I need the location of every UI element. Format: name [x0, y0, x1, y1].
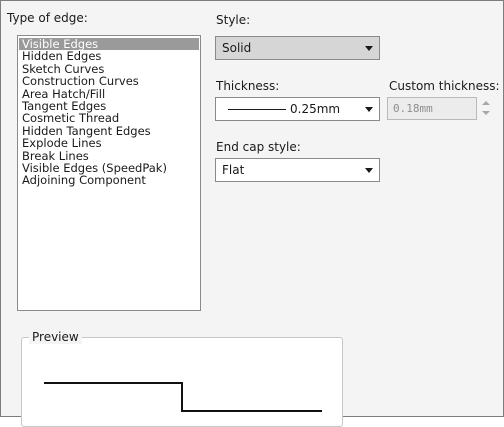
preview-panel: [21, 337, 343, 427]
preview-line-drawing: [44, 382, 322, 412]
style-dropdown[interactable]: Solid: [215, 36, 380, 60]
list-item-cosmetic-thread[interactable]: Cosmetic Thread: [19, 112, 199, 125]
thickness-dropdown[interactable]: 0.25mm: [215, 97, 380, 121]
chevron-down-icon: [365, 168, 373, 173]
spin-down-icon[interactable]: [482, 111, 490, 115]
type-of-edge-list[interactable]: Visible Edges Hidden Edges Sketch Curves…: [17, 35, 201, 311]
list-item-construction-curves[interactable]: Construction Curves: [19, 75, 199, 88]
list-item-hidden-edges[interactable]: Hidden Edges: [19, 50, 199, 63]
end-cap-style-value: Flat: [222, 163, 245, 177]
custom-thickness-spinner[interactable]: [479, 97, 493, 120]
end-cap-style-label: End cap style:: [216, 140, 301, 154]
type-of-edge-label: Type of edge:: [7, 11, 88, 25]
list-item-explode-lines[interactable]: Explode Lines: [19, 137, 199, 150]
chevron-down-icon: [365, 107, 373, 112]
list-item-adjoining-component[interactable]: Adjoining Component: [19, 174, 199, 187]
custom-thickness-value: 0.18mm: [393, 102, 433, 115]
style-value: Solid: [222, 41, 252, 55]
end-cap-style-dropdown[interactable]: Flat: [215, 158, 380, 182]
thickness-label: Thickness:: [216, 79, 280, 93]
spin-up-icon[interactable]: [482, 101, 490, 105]
line-format-dialog: Type of edge: Visible Edges Hidden Edges…: [0, 0, 504, 427]
style-label: Style:: [216, 13, 251, 27]
thickness-value: 0.25mm: [290, 102, 341, 116]
chevron-down-icon: [365, 46, 373, 51]
preview-label: Preview: [29, 330, 82, 344]
line-sample: [228, 109, 286, 110]
custom-thickness-label: Custom thickness:: [389, 79, 500, 93]
custom-thickness-field[interactable]: 0.18mm: [387, 97, 477, 120]
